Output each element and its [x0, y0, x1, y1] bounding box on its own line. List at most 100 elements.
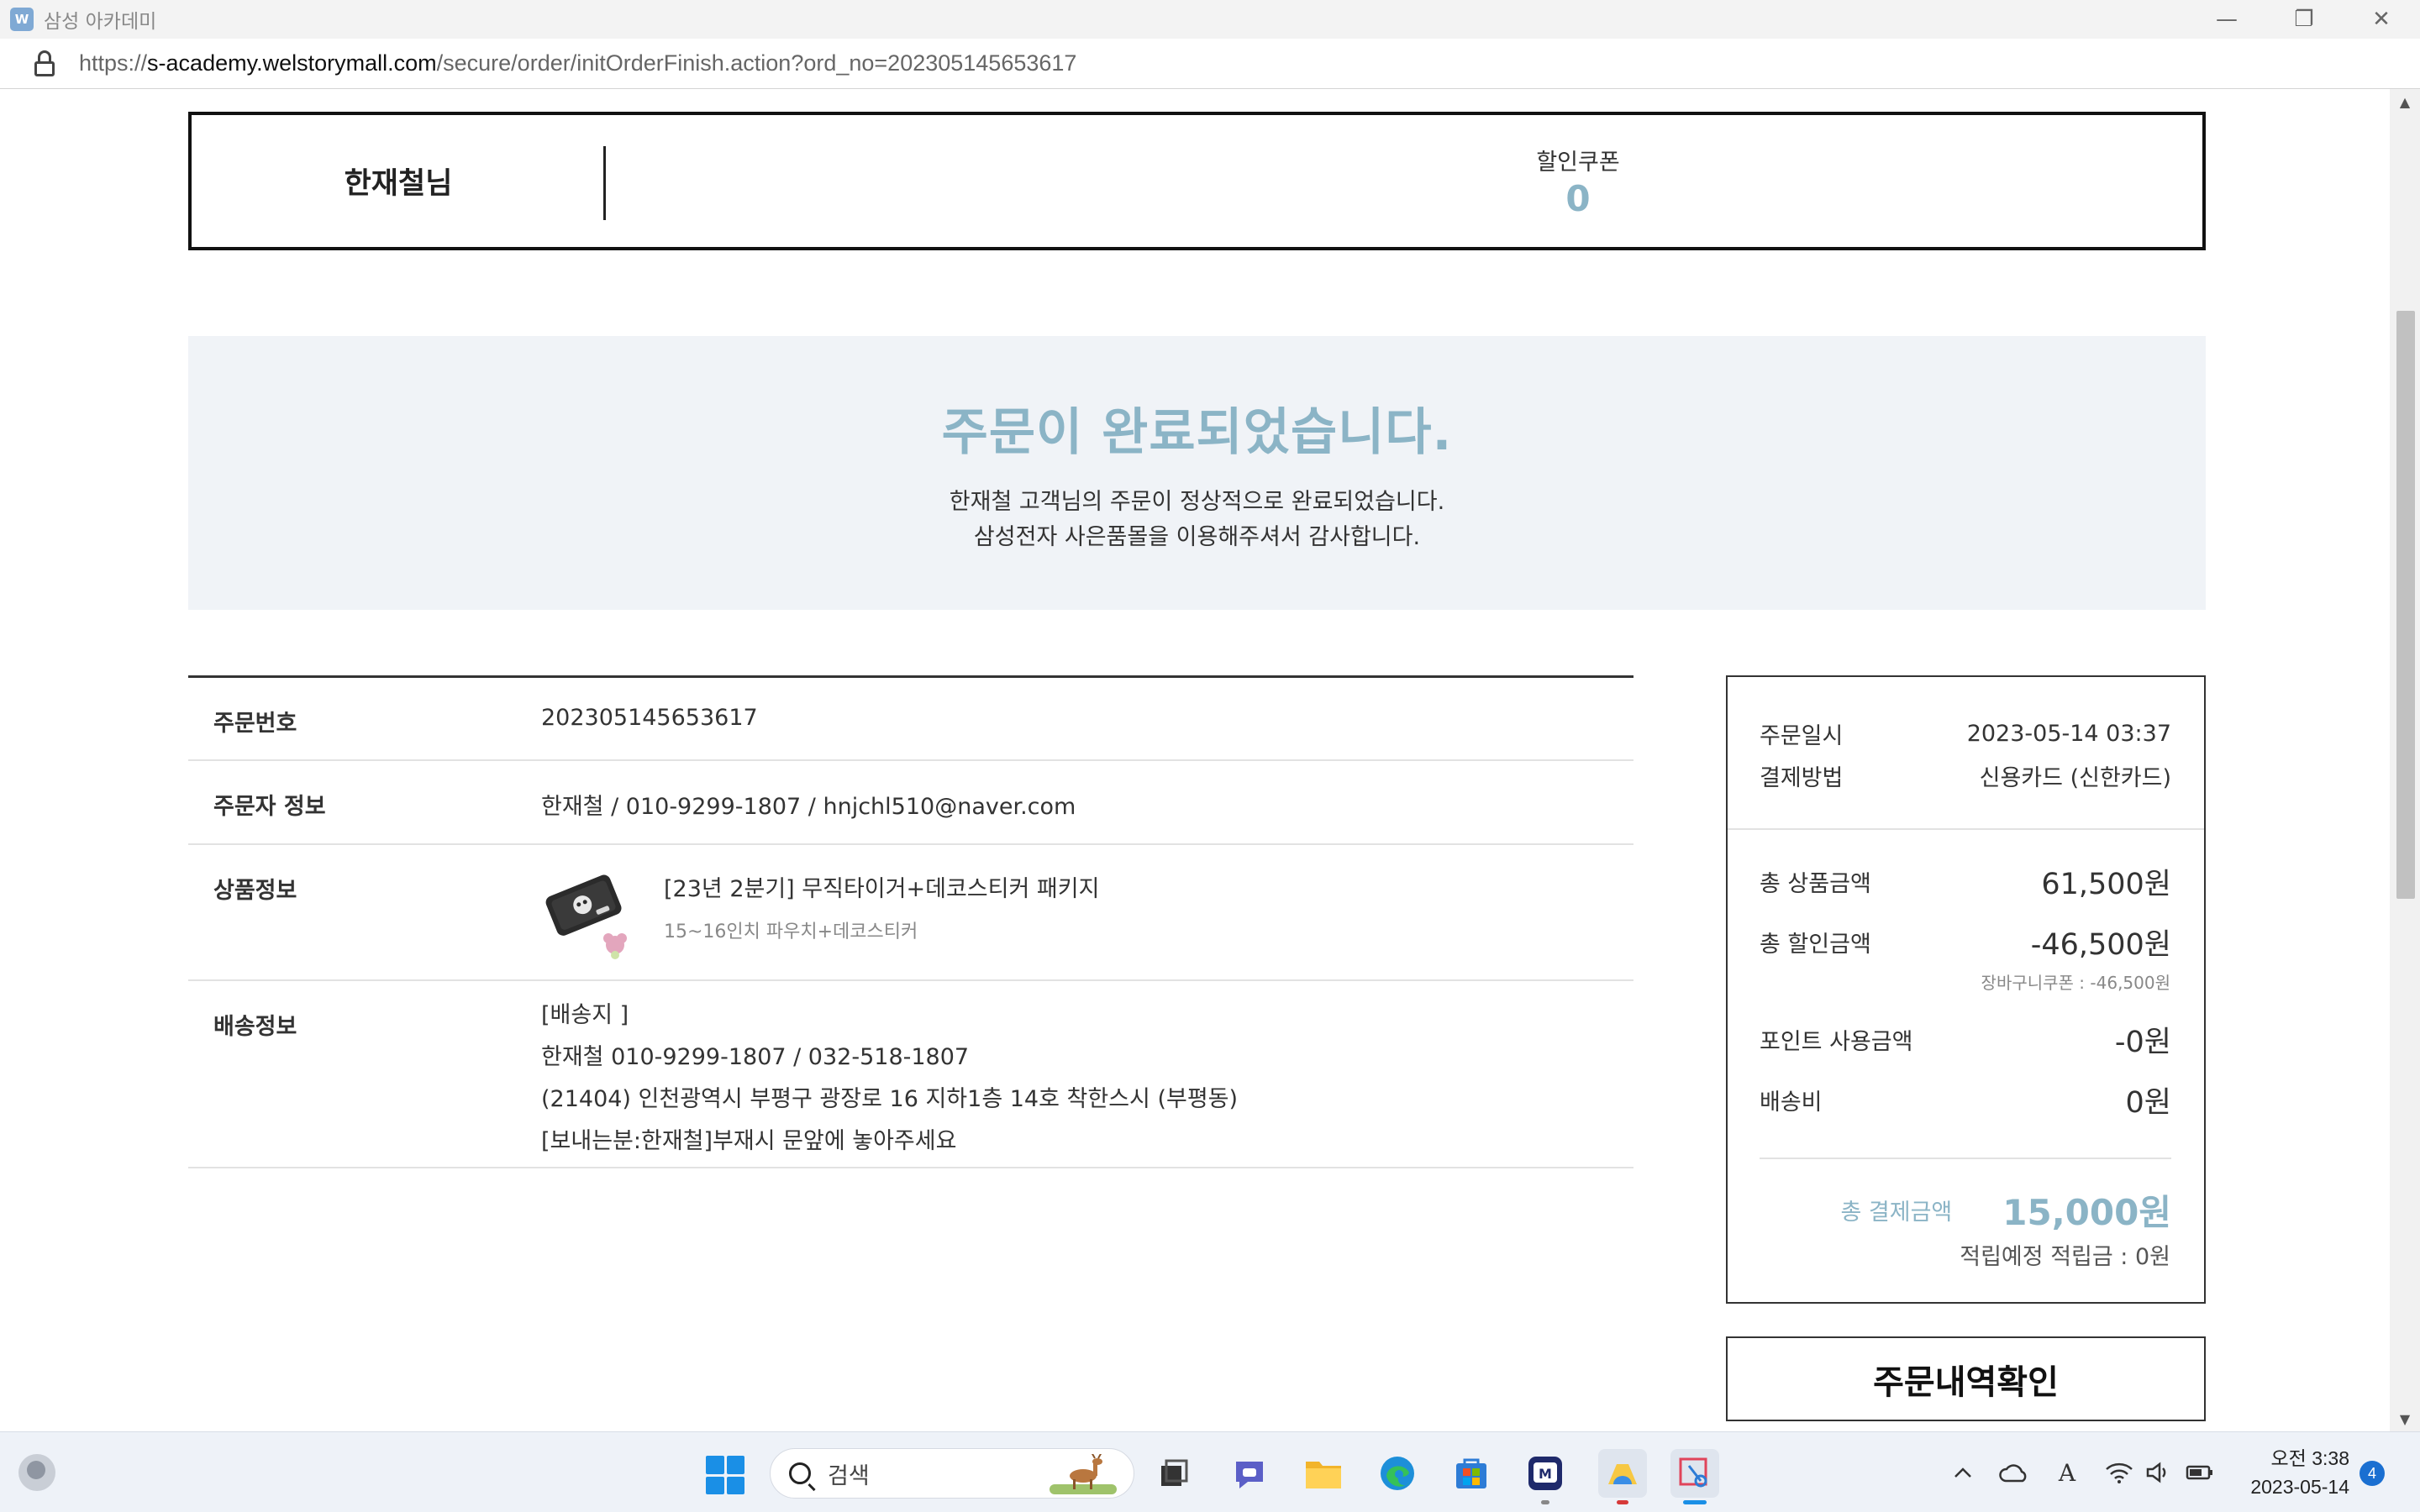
shipping-line: [보내는분:한재철]부재시 문앞에 놓아주세요: [541, 1128, 957, 1154]
task-view-icon[interactable]: [1150, 1449, 1198, 1498]
address-bar[interactable]: https://s-academy.welstorymall.com/secur…: [0, 39, 2420, 89]
edge-browser-icon[interactable]: [1373, 1449, 1422, 1498]
order-history-button[interactable]: 주문내역확인: [1726, 1336, 2206, 1421]
points-used-label: 포인트 사용금액: [1760, 1029, 1913, 1055]
product-label: 상품정보: [213, 878, 297, 904]
window-titlebar: W 삼성 아카데미 — ❐ ✕: [0, 0, 2420, 39]
minimize-button[interactable]: —: [2188, 0, 2265, 39]
divider: [603, 146, 606, 220]
coupon-info[interactable]: 할인쿠폰 0: [1368, 144, 1788, 219]
clock-time: 오전 3:38: [2270, 1447, 2349, 1469]
points-used-amount: -0원: [2114, 1026, 2171, 1059]
start-menu-icon[interactable]: [706, 1456, 744, 1494]
coupon-label: 할인쿠폰: [1536, 150, 1620, 176]
onedrive-cloud-icon[interactable]: [1995, 1449, 2033, 1496]
grand-total-amount: 15,000원: [2002, 1192, 2171, 1233]
total-discount-amount: -46,500원: [2030, 928, 2171, 962]
shipping-line: [배송지 ]: [541, 1002, 629, 1028]
vertical-scrollbar[interactable]: ▲ ▼: [2390, 89, 2420, 1431]
search-icon: [789, 1462, 811, 1484]
complete-message: 한재철 고객님의 주문이 정상적으로 완료되었습니다. 삼성전자 사은품몰을 이…: [188, 485, 2206, 555]
scroll-down-arrow-icon[interactable]: ▼: [2390, 1406, 2420, 1431]
taskbar: 검색 M A 오전 3:38 2023-05-14 4: [0, 1431, 2420, 1512]
table-row: 배송정보 [배송지 ] 한재철 010-9299-1807 / 032-518-…: [188, 981, 1634, 1168]
order-date: 2023-05-14 03:37: [1966, 721, 2171, 747]
payment-summary: 주문일시 2023-05-14 03:37 결제방법 신용카드 (신한카드) 총…: [1726, 675, 2206, 1304]
table-row: 상품정보 [23년 2분기] 무직타이거+데코스티커 패키지 15~16인치 파…: [188, 845, 1634, 981]
complete-message-line1: 한재철 고객님의 주문이 정상적으로 완료되었습니다.: [949, 489, 1445, 515]
shipping-fee-label: 배송비: [1760, 1089, 1823, 1116]
close-button[interactable]: ✕: [2343, 0, 2420, 39]
grand-total-row: 총 결제금액 15,000원: [1760, 1184, 2171, 1236]
volume-icon[interactable]: [2141, 1449, 2175, 1496]
total-goods-row: 총 상품금액 61,500원: [1760, 860, 2171, 903]
clock-date: 2023-05-14: [2250, 1476, 2349, 1498]
user-name: 한재철님: [344, 167, 453, 201]
search-highlight-deer-icon: [1050, 1454, 1117, 1494]
page-title: 주문이 완료되었습니다.: [941, 403, 1453, 462]
order-date-row: 주문일시 2023-05-14 03:37: [1760, 717, 2171, 750]
payment-method-row: 결제방법 신용카드 (신한카드): [1760, 759, 2171, 792]
url-scheme: https://: [79, 50, 148, 76]
coupon-count[interactable]: 0: [1368, 178, 1788, 219]
order-complete-banner: 주문이 완료되었습니다. 한재철 고객님의 주문이 정상적으로 완료되었습니다.…: [188, 336, 2206, 610]
order-number: 202305145653617: [541, 705, 758, 731]
buyer-info: 한재철 / 010-9299-1807 / hnjchl510@naver.co…: [541, 794, 1076, 820]
scroll-up-arrow-icon[interactable]: ▲: [2390, 89, 2420, 114]
app-icon: W: [10, 8, 34, 31]
total-goods-label: 총 상품금액: [1760, 871, 1871, 897]
scrollbar-thumb[interactable]: [2396, 311, 2415, 899]
shipping-line: (21404) 인천광역시 부평구 광장로 16 지하1층 14호 착한스시 (…: [541, 1086, 1239, 1112]
input-method-icon[interactable]: A: [2049, 1449, 2086, 1496]
points-used-row: 포인트 사용금액 -0원: [1760, 1018, 2171, 1061]
snipping-tool-icon[interactable]: [1670, 1449, 1719, 1504]
divider: [1760, 1158, 2171, 1159]
shipping-fee-row: 배송비 0원: [1760, 1079, 2171, 1121]
order-number-label: 주문번호: [213, 711, 297, 737]
search-placeholder: 검색: [828, 1462, 870, 1489]
user-summary-box: 한재철님 할인쿠폰 0: [188, 112, 2206, 250]
running-indicator: [1617, 1500, 1628, 1504]
url-text[interactable]: https://s-academy.welstorymall.com/secur…: [79, 50, 1076, 76]
total-goods-amount: 61,500원: [2041, 868, 2171, 901]
url-host: s-academy.welstorymall.com: [147, 50, 437, 76]
microsoft-store-icon[interactable]: [1447, 1449, 1496, 1498]
wifi-icon[interactable]: [2101, 1449, 2138, 1496]
window-controls: — ❐ ✕: [2188, 0, 2420, 39]
running-indicator: [1541, 1500, 1549, 1504]
samsung-academy-app-icon[interactable]: [1598, 1449, 1647, 1504]
show-hidden-icons-chevron-icon[interactable]: [1946, 1449, 1980, 1496]
order-info-table: 주문번호 202305145653617 주문자 정보 한재철 / 010-92…: [188, 675, 1634, 1168]
battery-icon[interactable]: [2181, 1449, 2218, 1496]
taskbar-clock[interactable]: 오전 3:38 2023-05-14: [2232, 1444, 2349, 1501]
total-discount-label: 총 할인금액: [1760, 932, 1871, 958]
shipping-label: 배송정보: [213, 1014, 297, 1040]
file-explorer-icon[interactable]: [1299, 1449, 1348, 1498]
payment-method: 신용카드 (신한카드): [1979, 765, 2171, 791]
notification-badge[interactable]: 4: [2360, 1461, 2385, 1486]
weather-widget-icon[interactable]: [18, 1454, 55, 1491]
product-option: 15~16인치 파우치+데코스티커: [664, 921, 918, 942]
running-indicator: [1683, 1500, 1707, 1504]
discount-detail: 장바구니쿠폰 : -46,500원: [1981, 973, 2170, 993]
taskbar-search[interactable]: 검색: [770, 1448, 1134, 1499]
divider: [1728, 828, 2204, 830]
svg-text:M: M: [1539, 1466, 1552, 1482]
payment-method-label: 결제방법: [1760, 765, 1844, 791]
url-path: /secure/order/initOrderFinish.action?ord…: [436, 50, 1077, 76]
shipping-info: [배송지 ] 한재철 010-9299-1807 / 032-518-1807 …: [541, 995, 1238, 1163]
table-row: 주문번호 202305145653617: [188, 678, 1634, 761]
product-name[interactable]: [23년 2분기] 무직타이거+데코스티커 패키지: [664, 870, 1099, 903]
teams-chat-icon[interactable]: [1225, 1449, 1274, 1498]
total-discount-row: 총 할인금액 -46,500원: [1760, 921, 2171, 963]
messenger-app-icon[interactable]: M: [1521, 1449, 1570, 1504]
shipping-fee-amount: 0원: [2125, 1086, 2171, 1120]
shipping-line: 한재철 010-9299-1807 / 032-518-1807: [541, 1044, 970, 1070]
table-row: 주문자 정보 한재철 / 010-9299-1807 / hnjchl510@n…: [188, 761, 1634, 845]
grand-total-label: 총 결제금액: [1840, 1200, 1953, 1226]
buyer-label: 주문자 정보: [213, 794, 326, 820]
restore-button[interactable]: ❐: [2265, 0, 2343, 39]
complete-message-line2: 삼성전자 사은품몰을 이용해주셔서 감사합니다.: [973, 524, 1421, 550]
product-thumbnail[interactable]: [541, 866, 640, 962]
reward-points-note: 적립예정 적립금 : 0원: [1960, 1244, 2170, 1270]
